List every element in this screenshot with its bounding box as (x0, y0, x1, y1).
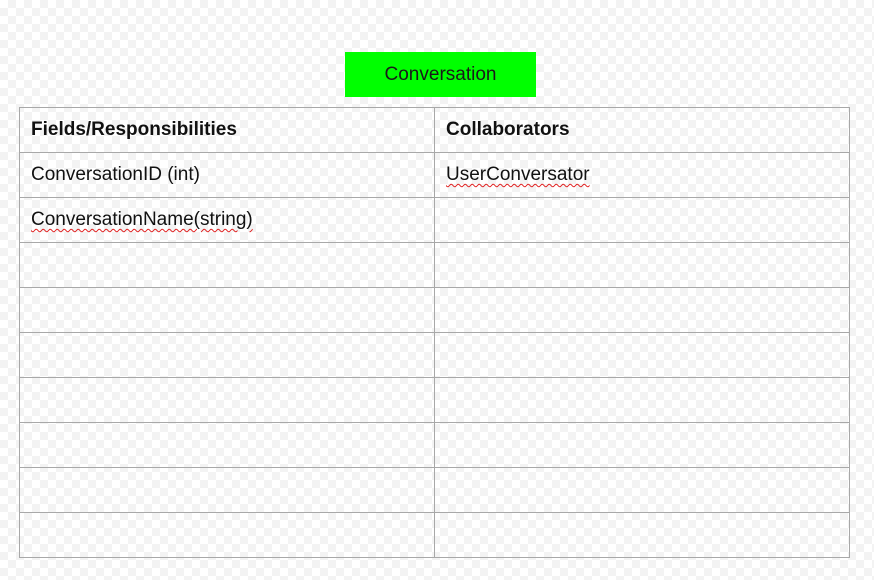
table-cell (19, 422, 435, 468)
table-row (19, 512, 850, 558)
table-row (19, 467, 850, 513)
table-cell (19, 377, 435, 423)
table-row: ConversationID (int) UserConversator (19, 152, 850, 198)
crc-table: Fields/Responsibilities Collaborators Co… (19, 107, 850, 558)
table-row (19, 242, 850, 288)
table-cell (434, 197, 850, 243)
table-cell (19, 512, 435, 558)
header-fields-responsibilities: Fields/Responsibilities (19, 107, 435, 153)
table-cell (434, 332, 850, 378)
field-name: ConversationName(string) (31, 209, 253, 230)
table-cell: ConversationName(string) (19, 197, 435, 243)
table-cell: ConversationID (int) (19, 152, 435, 198)
table-cell (19, 332, 435, 378)
table-cell (434, 287, 850, 333)
table-row (19, 377, 850, 423)
table-cell (434, 377, 850, 423)
table-header-row: Fields/Responsibilities Collaborators (19, 107, 850, 153)
table-cell (19, 287, 435, 333)
table-row: ConversationName(string) (19, 197, 850, 243)
table-cell (434, 512, 850, 558)
table-cell (434, 242, 850, 288)
collaborator-name: UserConversator (446, 164, 590, 185)
table-cell (19, 242, 435, 288)
table-row (19, 332, 850, 378)
table-cell (19, 467, 435, 513)
table-cell (434, 467, 850, 513)
header-collaborators: Collaborators (434, 107, 850, 153)
table-cell (434, 422, 850, 468)
class-title-box: Conversation (345, 52, 536, 97)
table-cell: UserConversator (434, 152, 850, 198)
table-row (19, 422, 850, 468)
table-row (19, 287, 850, 333)
